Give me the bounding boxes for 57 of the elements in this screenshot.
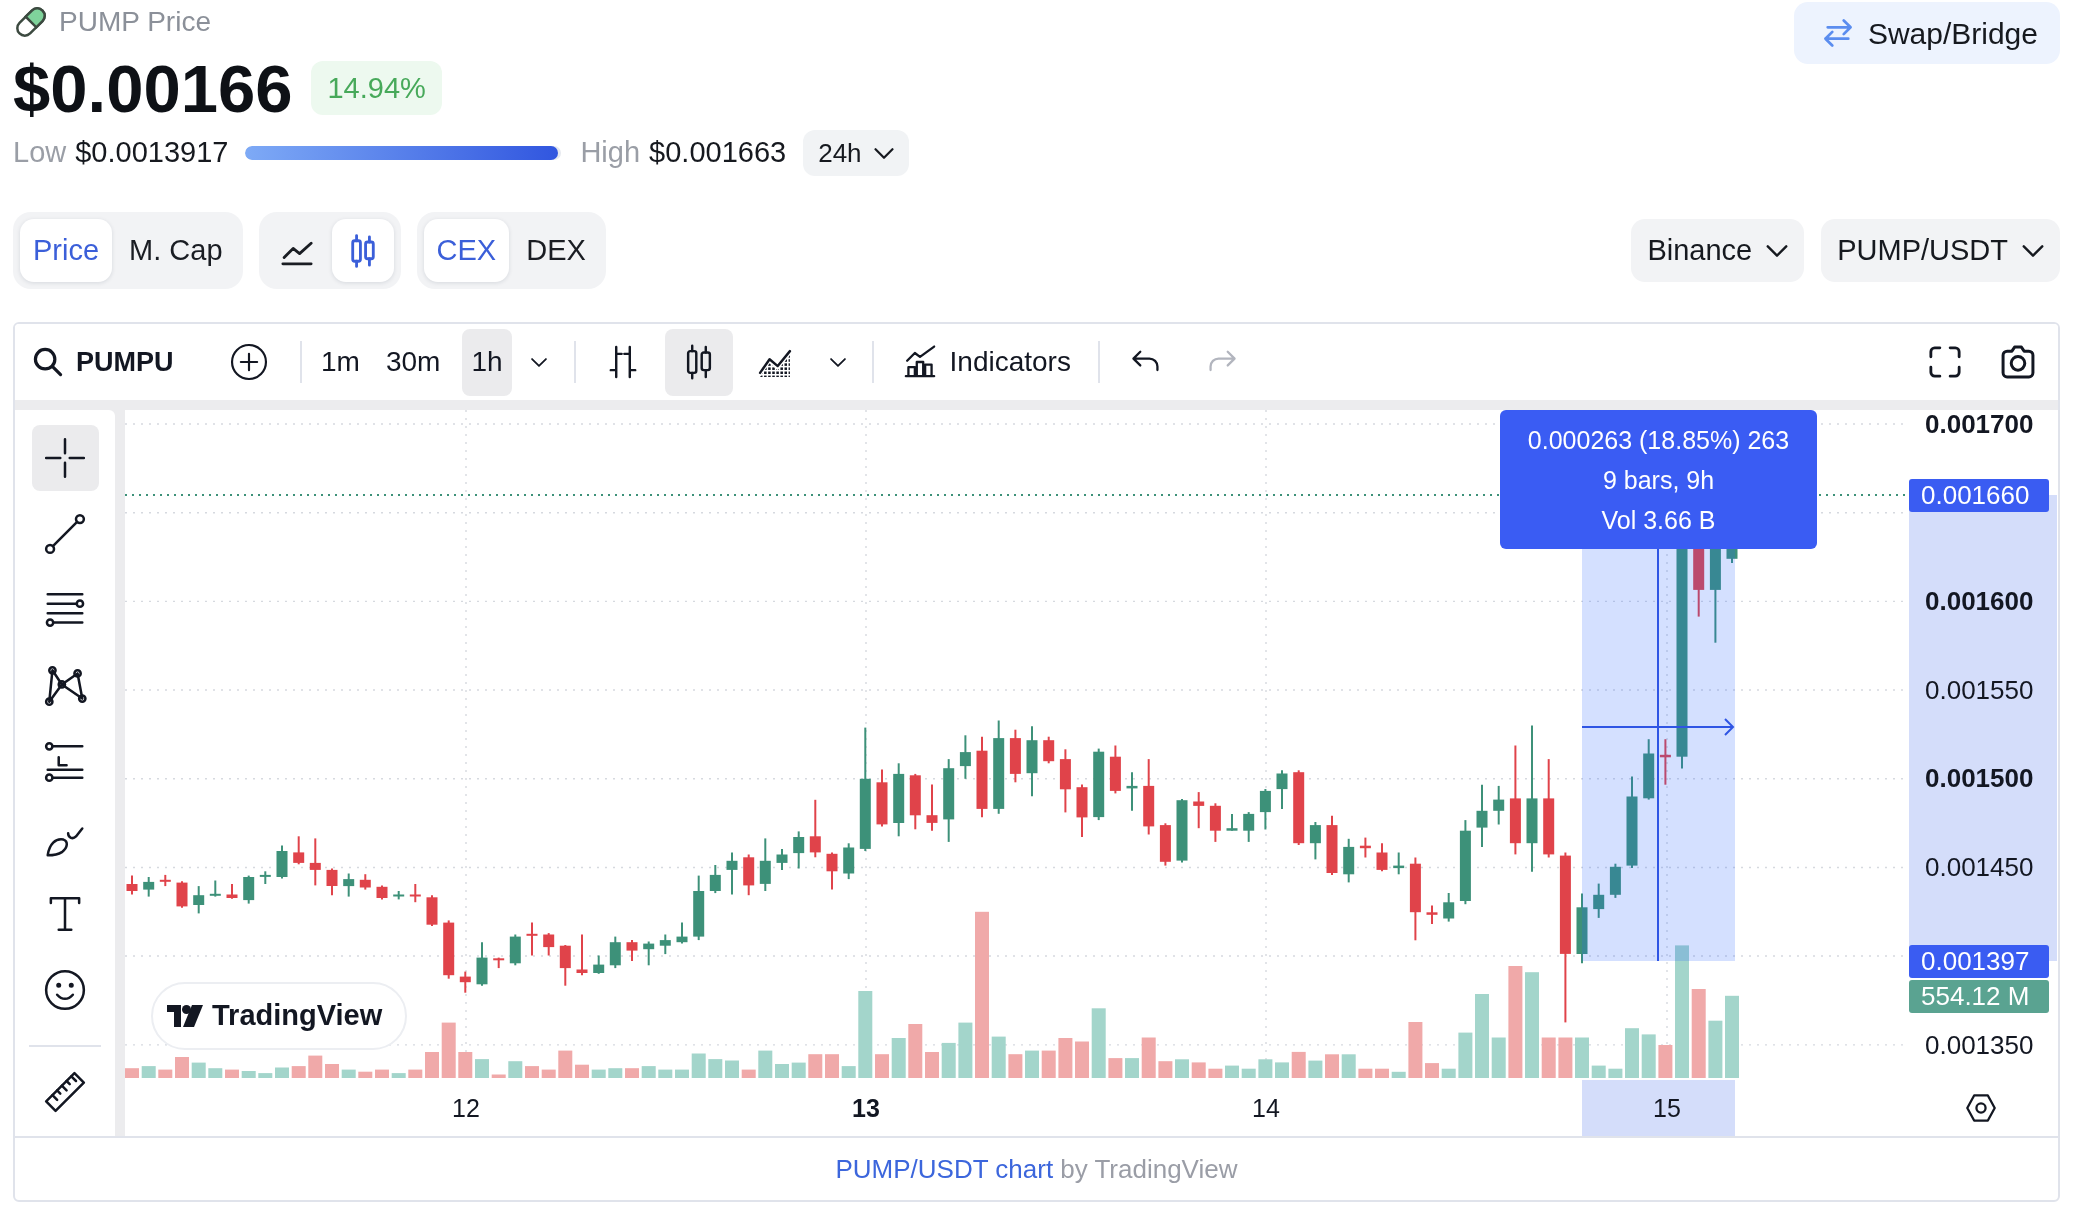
price-label: 0.001550 <box>1925 675 2034 705</box>
indicators-button[interactable]: Indicators <box>891 328 1081 396</box>
toggle-tab[interactable]: Price <box>20 219 113 282</box>
toggle-tab[interactable]: M. Cap <box>116 219 236 282</box>
fullscreen-icon <box>1927 344 1963 380</box>
camera-icon <box>1999 343 2037 381</box>
interval-button[interactable]: 1m <box>312 328 369 396</box>
time-label: 12 <box>452 1093 480 1124</box>
caret-icon <box>873 147 894 159</box>
price-label: 0.001700 <box>1925 409 2034 439</box>
low-label: Low <box>13 135 67 171</box>
price-label: 0.001600 <box>1925 586 2034 616</box>
chart-link[interactable]: PUMP/USDT chart <box>835 1149 1054 1189</box>
toggle-tab[interactable] <box>331 219 394 282</box>
price-tag: 554.12 M <box>1909 980 2049 1013</box>
caret-icon <box>1766 244 1789 257</box>
price-change: 14.94% <box>311 61 442 115</box>
price-label: 0.001450 <box>1925 852 2034 882</box>
hexagon-nut-icon <box>1965 1092 1997 1124</box>
time-label: 13 <box>852 1093 880 1124</box>
price-tag: 0.001397 <box>1909 945 2049 978</box>
symbol-name[interactable]: PUMPU <box>76 341 196 383</box>
attribution-text: by TradingView <box>1060 1152 1238 1186</box>
swap-bridge-button[interactable]: Swap/Bridge <box>1793 2 2060 64</box>
chart-type-button[interactable] <box>664 328 733 396</box>
caret-icon <box>2022 244 2044 257</box>
tooltip-text: 9 bars, 9h <box>1602 464 1715 495</box>
time-label: 15 <box>1653 1093 1681 1124</box>
high-value: $0.001663 <box>649 135 787 171</box>
toggle-tab[interactable]: DEX <box>513 219 599 282</box>
trend-line-icon <box>43 512 87 556</box>
price-label: 0.001350 <box>1925 1030 2034 1060</box>
interval-button[interactable]: 1h <box>462 328 512 396</box>
low-value: $0.0013917 <box>75 135 229 171</box>
interval-button[interactable]: 30m <box>376 328 450 396</box>
swap-arrows-icon <box>1821 17 1854 49</box>
dropdown-button[interactable]: Binance <box>1631 219 1805 282</box>
caret-icon <box>829 357 846 367</box>
time-label: 14 <box>1252 1093 1280 1124</box>
crosshair-icon <box>43 436 87 480</box>
price-label: 0.001500 <box>1925 763 2034 793</box>
pill-icon <box>16 7 46 37</box>
plus-circle-icon <box>230 343 268 381</box>
high-label: High <box>580 135 641 171</box>
page-title: PUMP Price <box>59 8 211 36</box>
price-tag: 0.001660 <box>1909 479 2049 512</box>
period-dropdown[interactable]: 24h <box>803 130 909 176</box>
tooltip-text: 0.000263 (18.85%) 263 <box>1527 424 1790 455</box>
drawing-tool-button[interactable] <box>31 425 99 491</box>
smiley-icon <box>43 968 87 1012</box>
zigzag-pattern-icon <box>43 664 87 708</box>
ruler-icon <box>43 1070 87 1114</box>
caret-icon <box>530 357 547 367</box>
dropdown-button[interactable]: PUMP/USDT <box>1821 219 2060 282</box>
toggle-tab[interactable]: CEX <box>423 219 510 282</box>
search-icon <box>32 346 64 378</box>
price-value: $0.00166 <box>13 54 293 122</box>
